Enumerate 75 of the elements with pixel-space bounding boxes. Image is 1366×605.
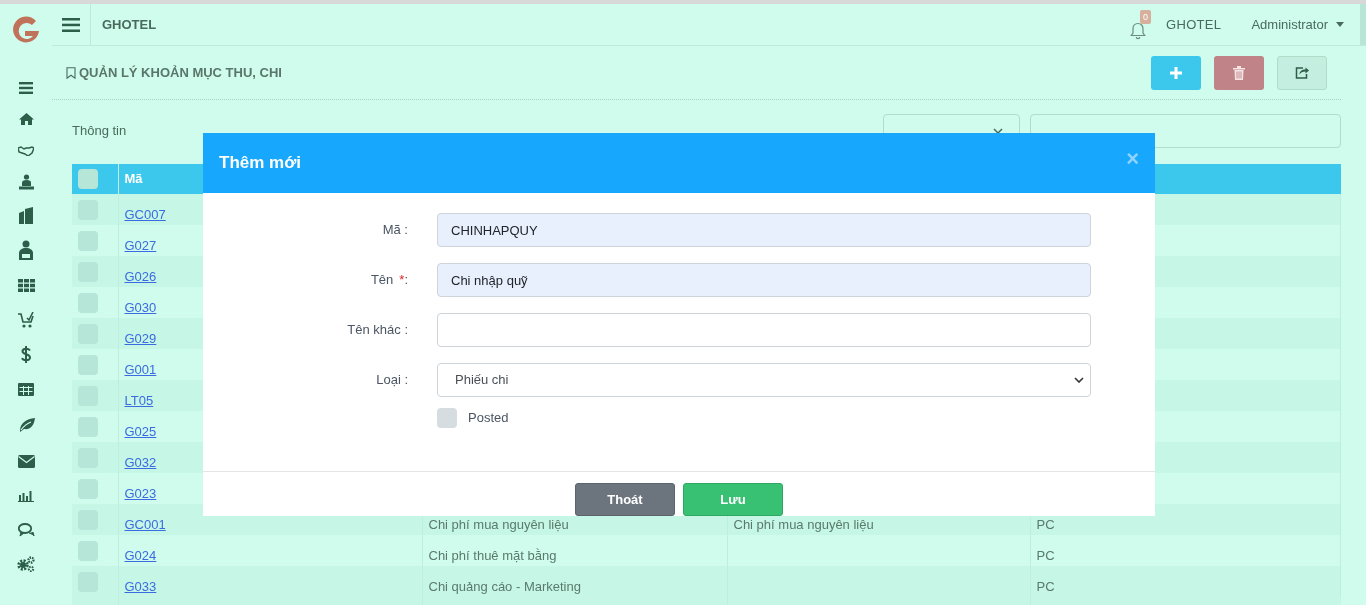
table-cell: Chi quảng cáo - Marketing <box>428 579 581 594</box>
row-checkbox[interactable] <box>78 292 98 313</box>
field-label: Tên khác : <box>347 322 408 338</box>
text-field[interactable]: Chi nhập quỹ <box>437 263 1091 297</box>
code-link[interactable]: G024 <box>124 548 157 563</box>
home-icon <box>18 112 34 125</box>
code-link[interactable]: GC007 <box>124 207 166 222</box>
menu-icon <box>62 17 80 32</box>
code-link[interactable]: G032 <box>124 455 157 470</box>
mail-icon <box>17 454 35 468</box>
section-title: Thông tin <box>72 122 127 140</box>
leaf-icon <box>17 418 35 432</box>
code-link[interactable]: G027 <box>124 238 157 253</box>
hotel-name: GHOTEL <box>1166 15 1222 34</box>
modal-title: Thêm mới <box>219 152 302 175</box>
menu-icon <box>19 82 33 94</box>
table-cell: Chi phí thuê mặt bằng <box>428 548 557 563</box>
code-link[interactable]: G029 <box>124 331 157 346</box>
save-button[interactable]: Lưu <box>683 483 783 516</box>
chevron-icon <box>993 127 1003 134</box>
row-checkbox[interactable] <box>78 416 98 437</box>
code-link[interactable]: G030 <box>124 300 157 315</box>
code-link[interactable]: GC001 <box>124 517 166 532</box>
table-cell: PC <box>1036 548 1055 563</box>
code-link[interactable]: G025 <box>124 424 157 439</box>
user-icon <box>18 239 34 261</box>
table-icon <box>18 383 34 396</box>
field-label: Loại : <box>376 372 408 388</box>
row-checkbox[interactable] <box>78 354 98 375</box>
bar-chart-icon <box>18 489 34 502</box>
notification-badge: 0 <box>1140 9 1152 24</box>
caret-icon <box>1336 22 1344 27</box>
text-field[interactable]: CHINHAPQUY <box>437 213 1091 247</box>
column-header: Mã <box>124 171 143 187</box>
table-cell: Chi phí mua nguyên liệu <box>428 517 569 532</box>
label-colon: : <box>404 272 408 288</box>
trash-icon <box>1233 65 1245 80</box>
bookmark-icon <box>66 66 76 79</box>
bell-icon <box>1130 21 1146 40</box>
table-cell: Chi phí mua nguyên liệu <box>733 517 874 532</box>
building-icon <box>18 206 34 224</box>
code-link[interactable]: G023 <box>124 486 157 501</box>
grid-icon <box>17 278 35 292</box>
table-cell: PC <box>1036 579 1055 594</box>
chevron-icon <box>1074 377 1084 383</box>
type-select[interactable]: Phiếu chi <box>437 363 1091 397</box>
page-title: QUẢN LÝ KHOẢN MỤC THU, CHI <box>79 63 282 82</box>
logo-icon <box>10 13 42 45</box>
checkbox-label: Posted <box>468 409 509 428</box>
person-desk-icon <box>18 173 34 190</box>
export-button[interactable] <box>1277 55 1327 90</box>
row-checkbox[interactable] <box>78 169 98 189</box>
dollar-icon <box>21 346 31 363</box>
code-link[interactable]: G033 <box>124 579 157 594</box>
field-label: Tên <box>370 272 394 288</box>
cart-icon <box>17 312 35 328</box>
row-checkbox[interactable] <box>78 540 98 561</box>
share-icon <box>1295 66 1309 79</box>
row-checkbox[interactable] <box>78 478 98 499</box>
plus-icon <box>1170 66 1182 79</box>
field-label: Mã : <box>382 222 408 238</box>
text-field[interactable] <box>437 313 1091 347</box>
row-checkbox[interactable] <box>78 230 98 251</box>
table-cell: PC <box>1036 517 1055 532</box>
app-name: GHOTEL <box>102 15 157 34</box>
code-link[interactable]: G001 <box>124 362 157 377</box>
exit-button[interactable]: Thoát <box>575 483 675 516</box>
code-link[interactable]: G026 <box>124 269 157 284</box>
add-button[interactable] <box>1151 55 1201 90</box>
chat-icon <box>17 522 35 537</box>
user-menu[interactable]: Administrator <box>1251 14 1344 35</box>
gears-icon <box>17 556 35 572</box>
code-link[interactable]: LT05 <box>124 393 154 408</box>
checkbox[interactable] <box>437 408 457 428</box>
delete-button[interactable] <box>1214 55 1264 90</box>
